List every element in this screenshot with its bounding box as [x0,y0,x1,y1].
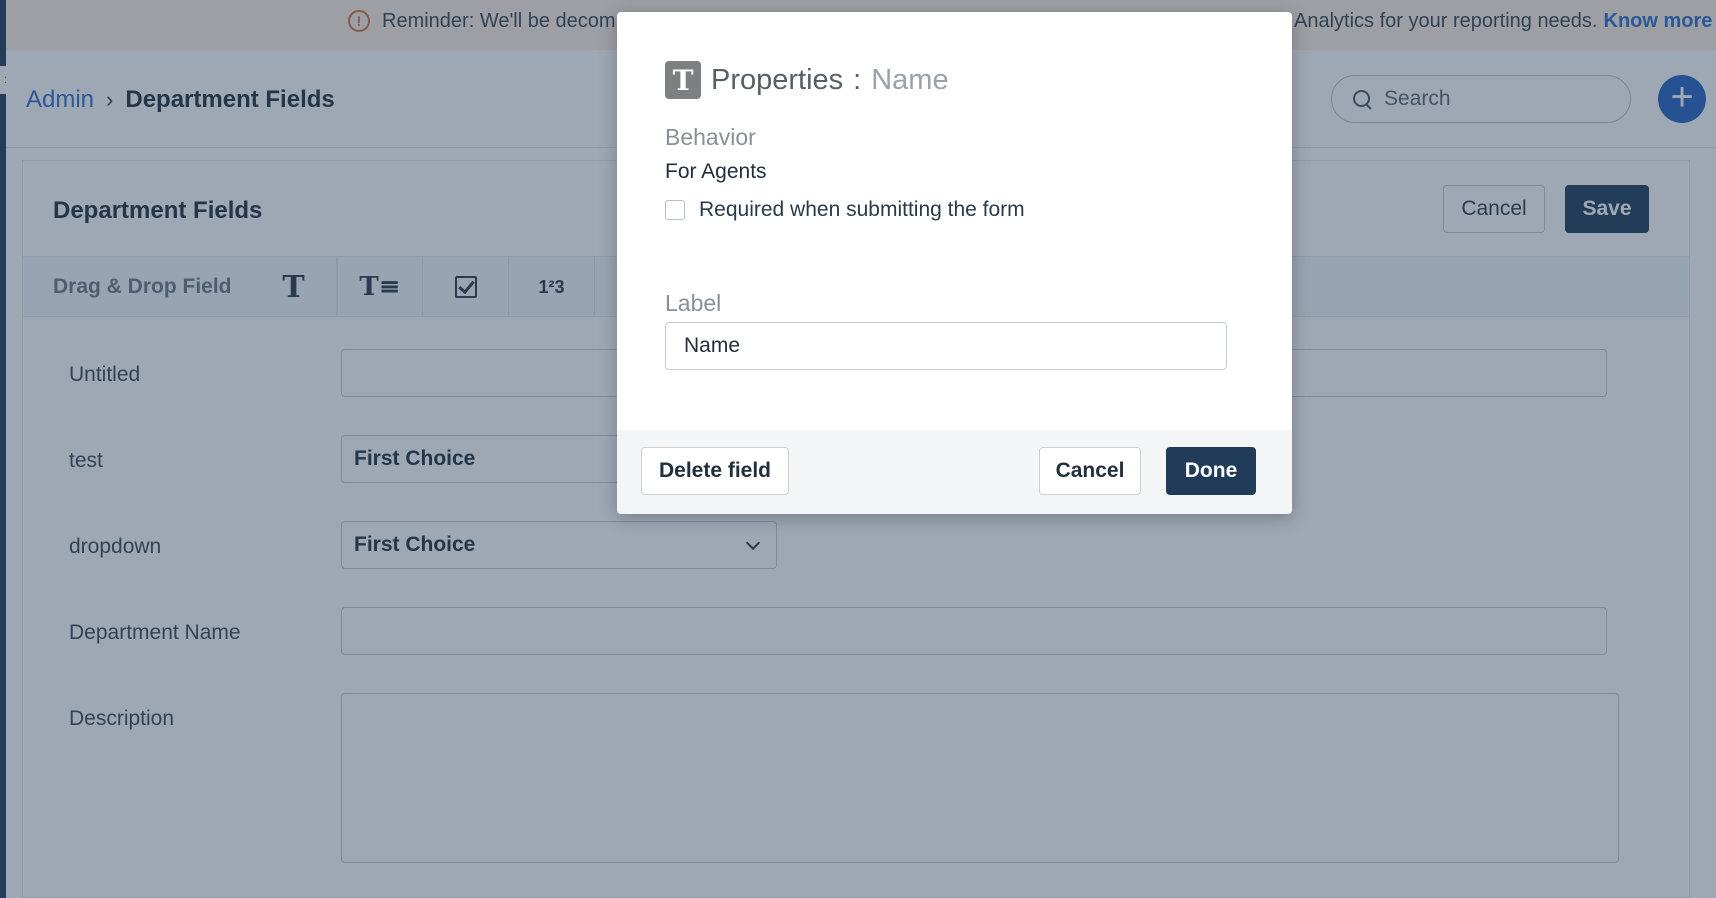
delete-field-button[interactable]: Delete field [641,447,789,495]
required-checkbox[interactable] [665,200,685,220]
done-button[interactable]: Done [1166,447,1256,495]
label-input[interactable] [665,322,1227,370]
label-heading: Label [665,290,722,316]
modal-cancel-button[interactable]: Cancel [1039,447,1141,495]
modal-title: T Properties : Name [665,61,949,99]
required-label: Required when submitting the form [699,198,1025,221]
behavior-heading: Behavior [665,124,756,150]
required-option[interactable]: Required when submitting the form [665,198,1025,222]
modal-title-separator: : [853,63,862,96]
for-agents-label: For Agents [665,160,767,183]
modal-title-text: Properties [711,63,844,96]
properties-modal: T Properties : Name Behavior For Agents … [617,12,1292,514]
text-field-icon: T [665,61,701,99]
modal-title-field-name: Name [871,63,949,96]
modal-footer: Delete field Cancel Done [617,430,1292,514]
